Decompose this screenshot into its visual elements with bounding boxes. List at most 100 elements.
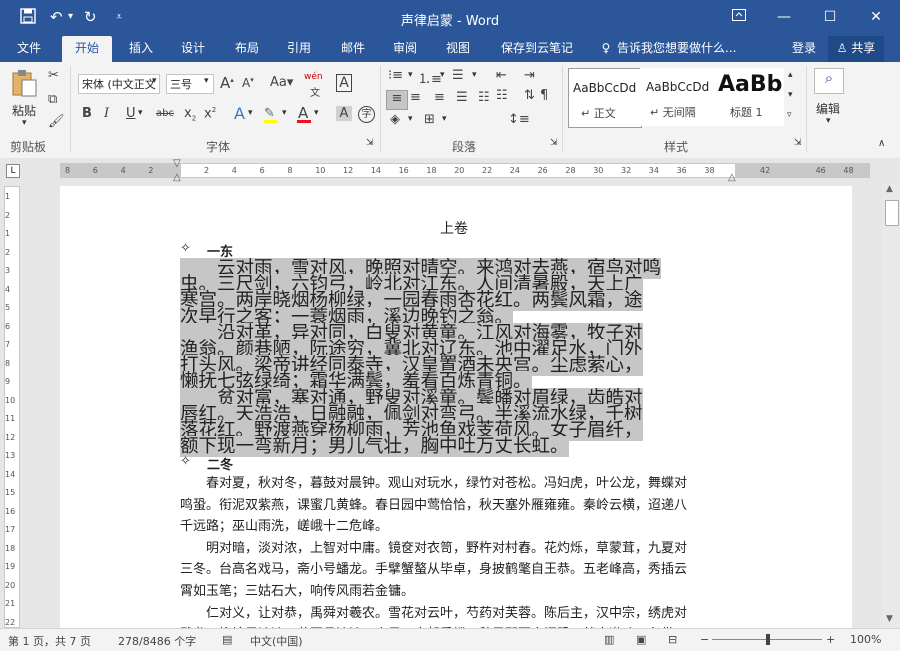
- paste-dropdown-icon[interactable]: ▾: [22, 118, 27, 128]
- style-heading-1[interactable]: AaBb 标题 1: [712, 68, 784, 126]
- ribbon-display-icon[interactable]: [727, 6, 751, 28]
- shading-icon[interactable]: ◈: [390, 112, 400, 127]
- styles-more-icon[interactable]: ▿: [787, 110, 792, 120]
- text-effects-icon[interactable]: A: [234, 104, 245, 123]
- char-border-icon[interactable]: A: [336, 74, 352, 92]
- change-case-icon[interactable]: Aa▾: [270, 75, 293, 90]
- first-line-indent-marker[interactable]: ▽: [173, 158, 181, 169]
- font-name-dropdown-icon[interactable]: ▾: [152, 76, 157, 86]
- distributed-icon[interactable]: ☷: [478, 90, 490, 105]
- read-mode-icon[interactable]: ▥: [604, 633, 614, 646]
- scroll-up-icon[interactable]: ▲: [886, 184, 893, 194]
- paste-label[interactable]: 粘贴: [12, 102, 36, 119]
- hanging-indent-marker[interactable]: △: [173, 172, 181, 183]
- paragraph-dialog-launcher-icon[interactable]: ⇲: [550, 138, 558, 148]
- editing-dropdown-icon[interactable]: ▾: [826, 116, 831, 126]
- numbering-icon[interactable]: ⒈≡: [418, 68, 442, 87]
- sort-icon[interactable]: ⇅: [524, 88, 535, 103]
- line-spacing-icon[interactable]: ↕≡: [508, 112, 530, 127]
- tab-layout[interactable]: 布局: [226, 36, 268, 62]
- bold-icon[interactable]: B: [82, 106, 92, 121]
- shrink-font-icon[interactable]: A▾: [242, 76, 254, 90]
- styles-scroll-up-icon[interactable]: ▴: [788, 70, 793, 80]
- tab-save-cloud-notes[interactable]: 保存到云笔记: [494, 36, 580, 62]
- format-painter-icon[interactable]: 🖌: [48, 114, 65, 129]
- styles-dialog-launcher-icon[interactable]: ⇲: [794, 138, 802, 148]
- grow-font-icon[interactable]: A▴: [220, 74, 234, 92]
- align-center-icon[interactable]: ≡: [410, 90, 421, 105]
- web-layout-icon[interactable]: ⊟: [668, 633, 677, 646]
- borders-icon[interactable]: ⊞: [424, 112, 435, 127]
- minimize-icon[interactable]: —: [772, 6, 796, 28]
- tab-references[interactable]: 引用: [278, 36, 320, 62]
- horizontal-ruler[interactable]: L 8 6 4 2 2 4 6 8 10 12 14 16 18 20 22 24 26 28 30 32 34 36 38…: [0, 158, 900, 184]
- find-icon[interactable]: ⌕: [814, 68, 844, 94]
- style-normal[interactable]: AaBbCcDd ↵ 正文: [568, 68, 642, 128]
- text-effects-dropdown-icon[interactable]: ▾: [248, 108, 253, 118]
- borders-dropdown-icon[interactable]: ▾: [442, 114, 447, 124]
- font-dialog-launcher-icon[interactable]: ⇲: [366, 138, 374, 148]
- tab-mailings[interactable]: 邮件: [332, 36, 374, 62]
- scrollbar-thumb[interactable]: [885, 200, 899, 226]
- tab-insert[interactable]: 插入: [120, 36, 162, 62]
- sign-in-link[interactable]: 登录: [786, 36, 822, 62]
- underline-icon[interactable]: U: [126, 106, 136, 121]
- underline-dropdown-icon[interactable]: ▾: [138, 108, 143, 118]
- highlight-icon[interactable]: ✎: [264, 106, 275, 121]
- tab-file[interactable]: 文件: [8, 36, 50, 62]
- multilevel-list-icon[interactable]: ☰: [452, 68, 464, 83]
- multilevel-dropdown-icon[interactable]: ▾: [472, 70, 477, 80]
- zoom-slider-thumb[interactable]: [766, 634, 770, 645]
- collapse-ribbon-icon[interactable]: ∧: [878, 138, 885, 149]
- tell-me-search[interactable]: 告诉我您想要做什么...: [617, 36, 747, 62]
- right-indent-marker[interactable]: △: [728, 172, 736, 183]
- enclose-char-icon[interactable]: 字: [358, 106, 375, 123]
- chinese-layout-icon[interactable]: ☷: [496, 88, 508, 103]
- char-shading-icon[interactable]: A: [336, 106, 352, 121]
- editing-group-button[interactable]: 编辑: [816, 100, 840, 117]
- phonetic-guide-icon[interactable]: wén: [304, 72, 323, 82]
- proofing-icon[interactable]: ▤: [222, 633, 232, 646]
- show-marks-icon[interactable]: ¶: [540, 88, 548, 103]
- highlight-dropdown-icon[interactable]: ▾: [282, 108, 287, 118]
- tab-view[interactable]: 视图: [437, 36, 479, 62]
- italic-icon[interactable]: I: [104, 106, 109, 121]
- zoom-out-button[interactable]: −: [700, 633, 709, 646]
- cut-icon[interactable]: ✂: [48, 68, 59, 83]
- bullets-icon[interactable]: ⁝≡: [388, 68, 403, 83]
- align-left-icon[interactable]: ≡: [386, 90, 408, 110]
- maximize-icon[interactable]: ☐: [818, 6, 842, 28]
- zoom-in-button[interactable]: +: [826, 633, 835, 646]
- close-icon[interactable]: ✕: [864, 6, 888, 28]
- justify-icon[interactable]: ☰: [456, 90, 468, 105]
- decrease-indent-icon[interactable]: ⇤: [496, 68, 507, 83]
- vertical-ruler[interactable]: 1 2 1 2 3 4 5 6 7 8 9 10 11 12 13 14 15 16 17 18 19 20 21 22: [0, 186, 24, 628]
- page-count[interactable]: 第 1 页，共 7 页: [8, 633, 91, 649]
- font-name-combo[interactable]: 宋体 (中文正文: [78, 74, 160, 94]
- zoom-level[interactable]: 100%: [850, 633, 881, 646]
- align-right-icon[interactable]: ≡: [434, 90, 445, 105]
- print-layout-icon[interactable]: ▣: [636, 633, 646, 646]
- vertical-scrollbar[interactable]: ▲ ▼: [882, 184, 900, 628]
- numbering-dropdown-icon[interactable]: ▾: [440, 70, 445, 80]
- tab-selector-icon[interactable]: L: [6, 164, 20, 178]
- scroll-down-icon[interactable]: ▼: [886, 614, 893, 624]
- styles-scroll-down-icon[interactable]: ▾: [788, 90, 793, 100]
- style-no-spacing[interactable]: AaBbCcDd ↵ 无间隔: [640, 68, 712, 126]
- shading-dropdown-icon[interactable]: ▾: [408, 114, 413, 124]
- paste-icon[interactable]: [10, 68, 38, 98]
- language-indicator[interactable]: 中文(中国): [250, 633, 303, 649]
- font-color-dropdown-icon[interactable]: ▾: [314, 108, 319, 118]
- bullets-dropdown-icon[interactable]: ▾: [408, 70, 413, 80]
- superscript-icon[interactable]: x2: [204, 106, 216, 121]
- document-page[interactable]: [60, 186, 852, 628]
- word-count[interactable]: 278/8486 个字: [118, 633, 196, 649]
- strikethrough-icon[interactable]: abc: [156, 108, 174, 119]
- font-size-dropdown-icon[interactable]: ▾: [204, 76, 209, 86]
- tab-home[interactable]: 开始: [62, 36, 112, 62]
- tab-review[interactable]: 审阅: [384, 36, 426, 62]
- copy-icon[interactable]: ⧉: [48, 92, 57, 107]
- increase-indent-icon[interactable]: ⇥: [524, 68, 535, 83]
- subscript-icon[interactable]: x2: [184, 106, 196, 123]
- tab-design[interactable]: 设计: [172, 36, 214, 62]
